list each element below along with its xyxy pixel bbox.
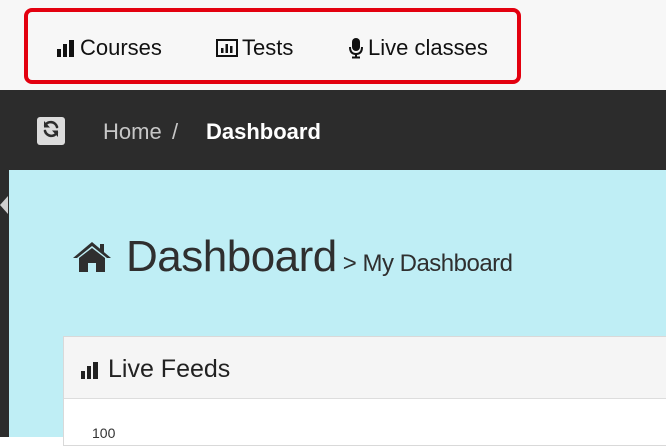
breadcrumb-separator: / — [172, 119, 179, 144]
panel-header: Live Feeds — [64, 337, 666, 399]
axis-tick-label: 100 — [92, 425, 116, 441]
nav-item-courses[interactable]: Courses — [56, 35, 162, 61]
sidebar-toggle-caret-icon[interactable] — [0, 196, 8, 214]
bar-chart-icon — [80, 360, 100, 380]
page-title: Dashboard — [126, 232, 337, 281]
nav-tests-label: Tests — [242, 35, 294, 60]
live-feeds-panel: Live Feeds 100 — [63, 336, 666, 446]
breadcrumb — [0, 90, 666, 170]
chart-box-icon — [216, 38, 238, 58]
microphone-icon — [348, 37, 364, 59]
panel-title-label: Live Feeds — [108, 355, 231, 383]
breadcrumb-home-link[interactable]: Home — [103, 119, 162, 145]
panel-title: Live Feeds — [80, 355, 230, 384]
refresh-button[interactable] — [37, 117, 65, 145]
breadcrumb-current: Dashboard — [206, 119, 321, 144]
nav-item-live-classes[interactable]: Live classes — [348, 35, 488, 61]
home-icon — [72, 240, 112, 274]
nav-item-tests[interactable]: Tests — [216, 35, 293, 61]
top-navigation: Courses Tests Live classes — [0, 0, 666, 90]
nav-live-classes-label: Live classes — [368, 35, 488, 60]
refresh-icon — [41, 119, 61, 144]
page-heading: Dashboard > My Dashboard — [72, 232, 513, 282]
nav-courses-label: Courses — [80, 35, 162, 60]
page-subtitle: > My Dashboard — [342, 250, 513, 277]
bar-chart-icon — [56, 38, 76, 58]
